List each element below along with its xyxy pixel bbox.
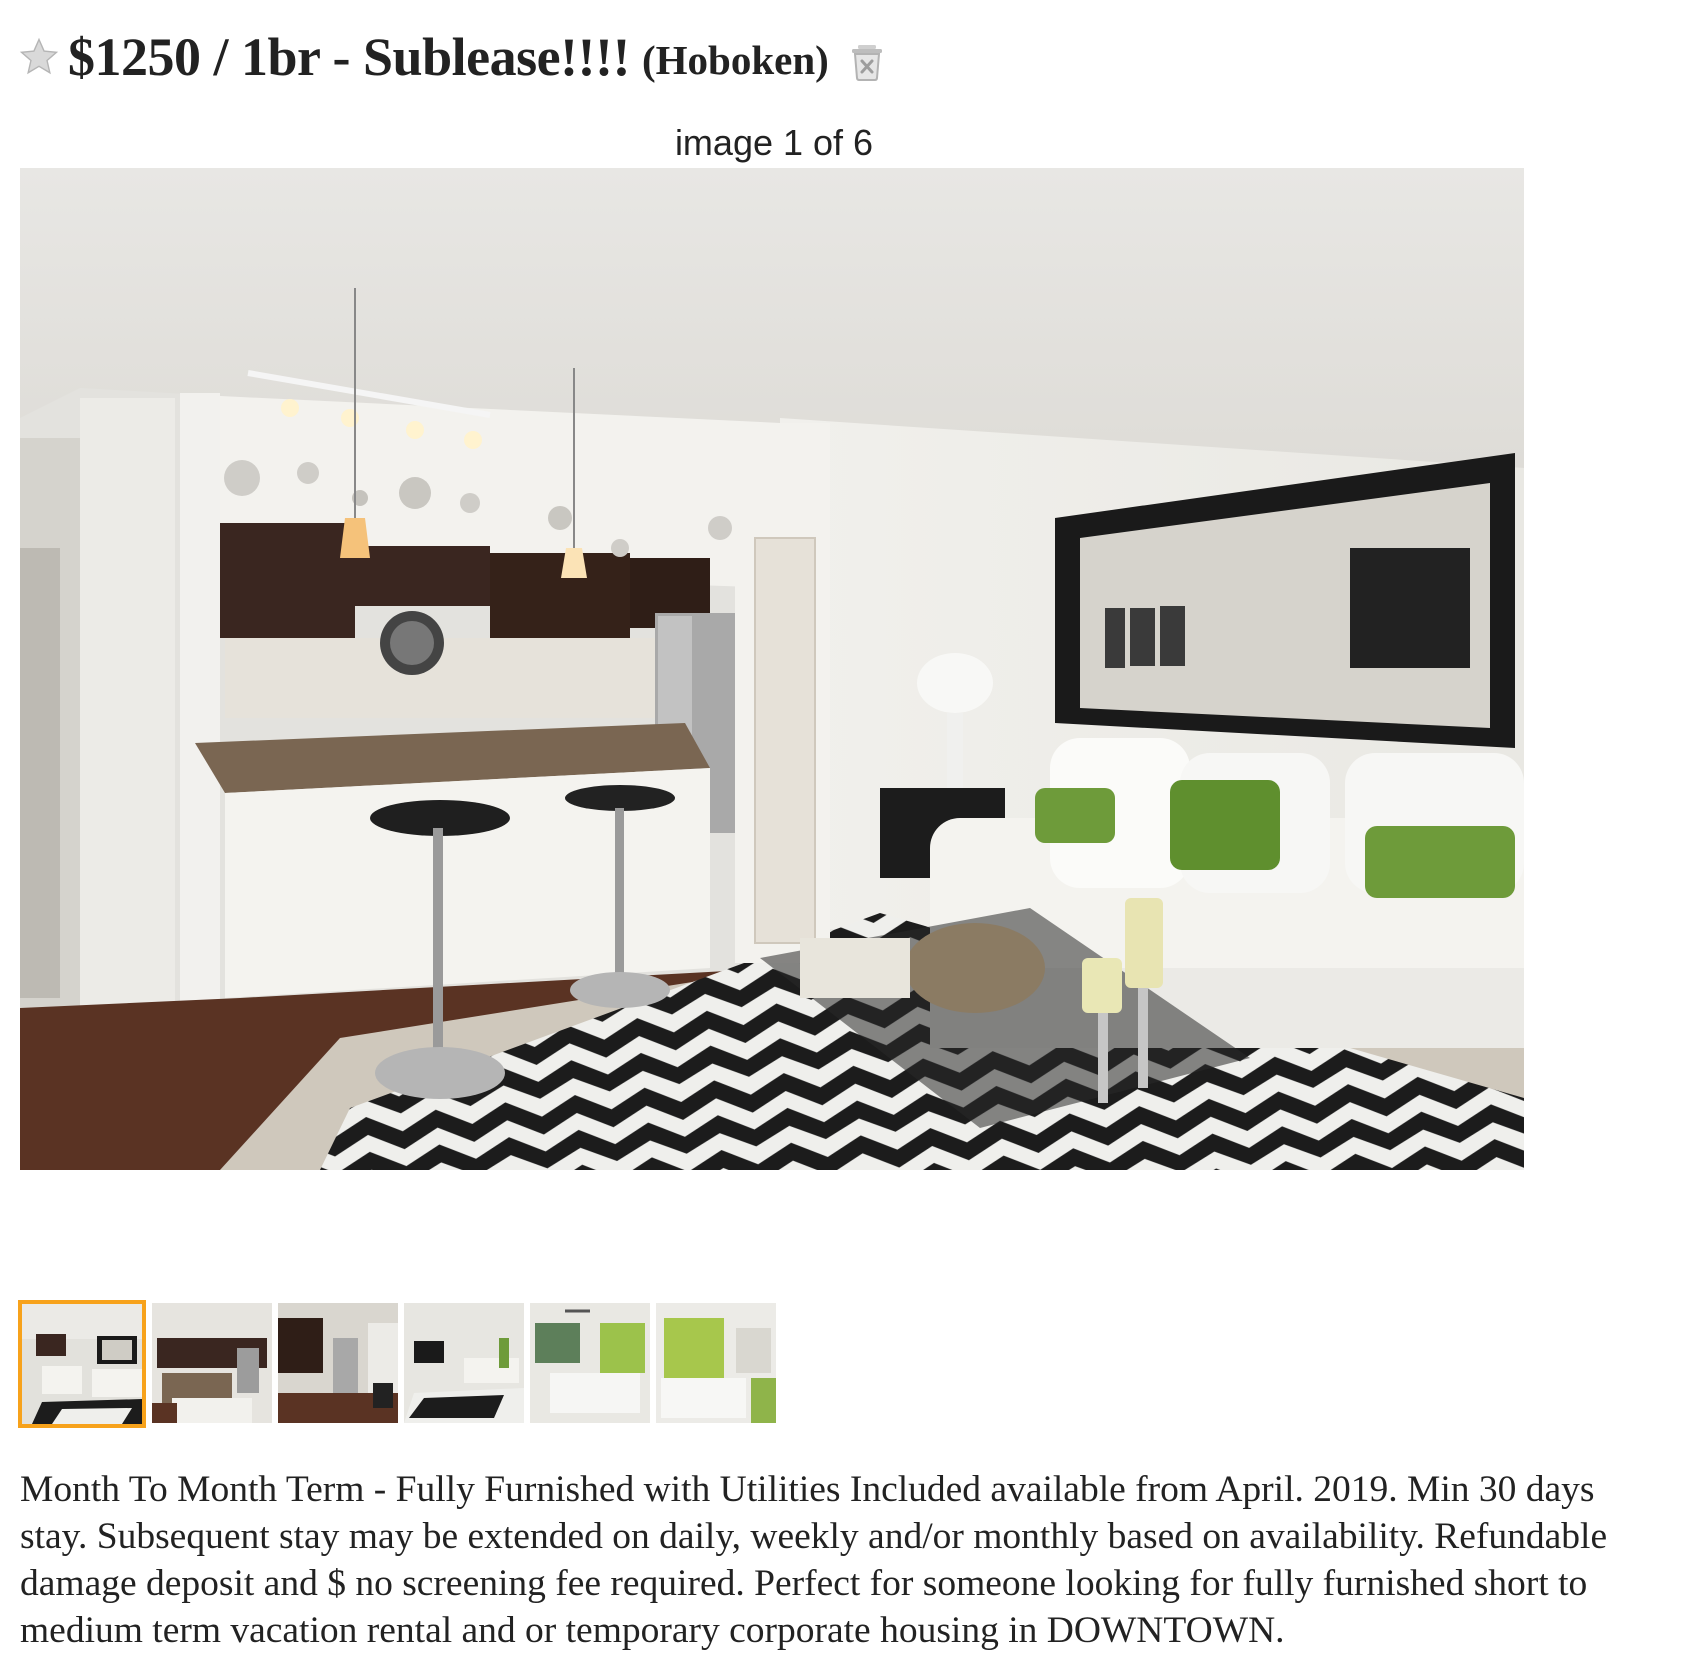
- thumbnail-2[interactable]: [152, 1303, 272, 1423]
- thumbnail-1[interactable]: [18, 1300, 146, 1428]
- trash-x-icon[interactable]: [849, 41, 885, 81]
- thumb-kitchen-photo: [152, 1303, 272, 1423]
- thumbnail-6[interactable]: [656, 1303, 776, 1423]
- posting-title: $1250 / 1br - Sublease!!!! (Hoboken): [18, 22, 885, 92]
- thumbnail-strip: [18, 1300, 782, 1428]
- thumb-living-room-wide-photo: [404, 1303, 524, 1423]
- image-counter: image 1 of 6: [674, 122, 874, 163]
- thumb-kitchen-fridge-photo: [278, 1303, 398, 1423]
- star-icon[interactable]: [18, 36, 60, 78]
- thumbnail-3[interactable]: [278, 1303, 398, 1423]
- thumbnail-5[interactable]: [530, 1303, 650, 1423]
- posting-body: Month To Month Term - Fully Furnished wi…: [20, 1469, 1608, 1651]
- main-listing-photo[interactable]: [20, 168, 1524, 1170]
- thumb-living-room-photo: [22, 1304, 142, 1424]
- posting-location: (Hoboken): [642, 37, 829, 83]
- thumb-bedroom-art-photo: [656, 1303, 776, 1423]
- living-room-kitchen-photo: [20, 168, 1524, 1170]
- thumb-bedroom-photo: [530, 1303, 650, 1423]
- posting-title-text: $1250 / 1br - Sublease!!!!: [68, 27, 631, 87]
- thumbnail-4[interactable]: [404, 1303, 524, 1423]
